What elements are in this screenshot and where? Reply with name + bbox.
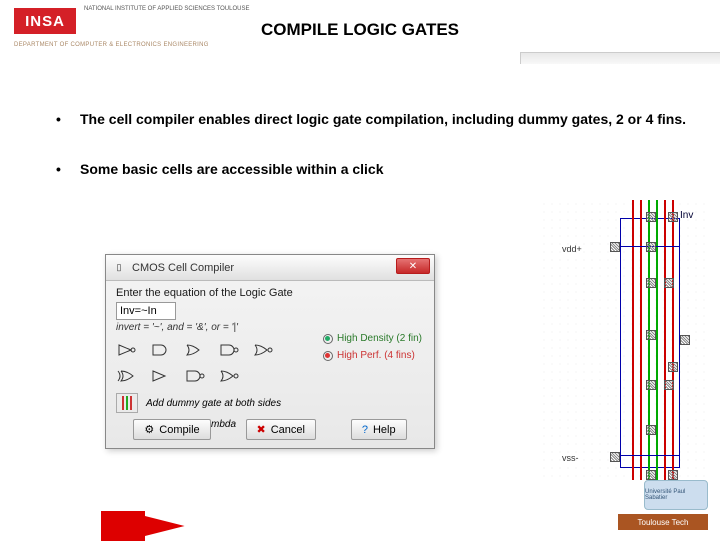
slide-title: COMPILE LOGIC GATES bbox=[0, 20, 720, 40]
gate-or-icon[interactable] bbox=[184, 341, 206, 359]
cancel-button[interactable]: ✖ Cancel bbox=[246, 419, 316, 440]
cell-name-label: Inv bbox=[680, 210, 693, 221]
cancel-icon: ✖ bbox=[257, 423, 266, 436]
red-arrow-decoration bbox=[145, 516, 185, 536]
header-decoration bbox=[520, 52, 720, 64]
institute-text: NATIONAL INSTITUTE OF APPLIED SCIENCES T… bbox=[84, 6, 249, 13]
dialog-titlebar: ▯ CMOS Cell Compiler ✕ bbox=[106, 255, 434, 281]
cell-layout-diagram: vdd+ vss- Inv bbox=[540, 200, 710, 480]
help-icon: ? bbox=[362, 424, 368, 436]
dummy-gate-icon[interactable] bbox=[116, 393, 138, 413]
radio-hd-label: High Density (2 fin) bbox=[337, 333, 422, 344]
gate-nor-icon[interactable] bbox=[252, 341, 274, 359]
help-button[interactable]: ? Help bbox=[351, 419, 407, 440]
dialog-icon: ▯ bbox=[112, 261, 126, 275]
department-text: DEPARTMENT OF COMPUTER & ELECTRONICS ENG… bbox=[14, 42, 209, 50]
gate-xor-icon[interactable] bbox=[116, 367, 138, 385]
radio-hp-label: High Perf. (4 fins) bbox=[337, 350, 415, 361]
syntax-hint: invert = '~', and = '&', or = '|' bbox=[116, 322, 424, 333]
equation-input[interactable] bbox=[116, 302, 176, 320]
gate-and-icon[interactable] bbox=[150, 341, 172, 359]
gate-nand3-icon[interactable] bbox=[184, 367, 206, 385]
help-label: Help bbox=[373, 424, 396, 436]
gate-nand-icon[interactable] bbox=[218, 341, 240, 359]
gear-icon: ⚙ bbox=[144, 423, 154, 436]
radio-high-perf[interactable]: High Perf. (4 fins) bbox=[323, 350, 422, 361]
vdd-label: vdd+ bbox=[562, 244, 582, 254]
toulouse-tech-logo: Toulouse Tech bbox=[618, 514, 708, 530]
dummy-gate-label: Add dummy gate at both sides bbox=[146, 398, 281, 409]
bullet-list: The cell compiler enables direct logic g… bbox=[50, 105, 700, 183]
compile-button[interactable]: ⚙ Compile bbox=[133, 419, 210, 440]
vss-label: vss- bbox=[562, 453, 579, 463]
cancel-label: Cancel bbox=[271, 424, 305, 436]
radio-dot-icon bbox=[323, 334, 333, 344]
ups-logo: Université Paul Sabatier bbox=[644, 480, 708, 510]
gate-buffer-icon[interactable] bbox=[150, 367, 172, 385]
bullet-item: The cell compiler enables direct logic g… bbox=[50, 105, 700, 133]
gate-palette-row-2 bbox=[116, 367, 424, 385]
dialog-title: CMOS Cell Compiler bbox=[132, 262, 234, 274]
cmos-compiler-dialog: ▯ CMOS Cell Compiler ✕ Enter the equatio… bbox=[105, 254, 435, 449]
compile-label: Compile bbox=[159, 424, 199, 436]
gate-inverter-icon[interactable] bbox=[116, 341, 138, 359]
equation-prompt: Enter the equation of the Logic Gate bbox=[116, 287, 424, 299]
close-icon: ✕ bbox=[409, 261, 417, 272]
close-button[interactable]: ✕ bbox=[396, 258, 430, 274]
bullet-item: Some basic cells are accessible within a… bbox=[50, 155, 700, 183]
radio-dot-icon bbox=[323, 351, 333, 361]
radio-high-density[interactable]: High Density (2 fin) bbox=[323, 333, 422, 344]
gate-nor3-icon[interactable] bbox=[218, 367, 240, 385]
